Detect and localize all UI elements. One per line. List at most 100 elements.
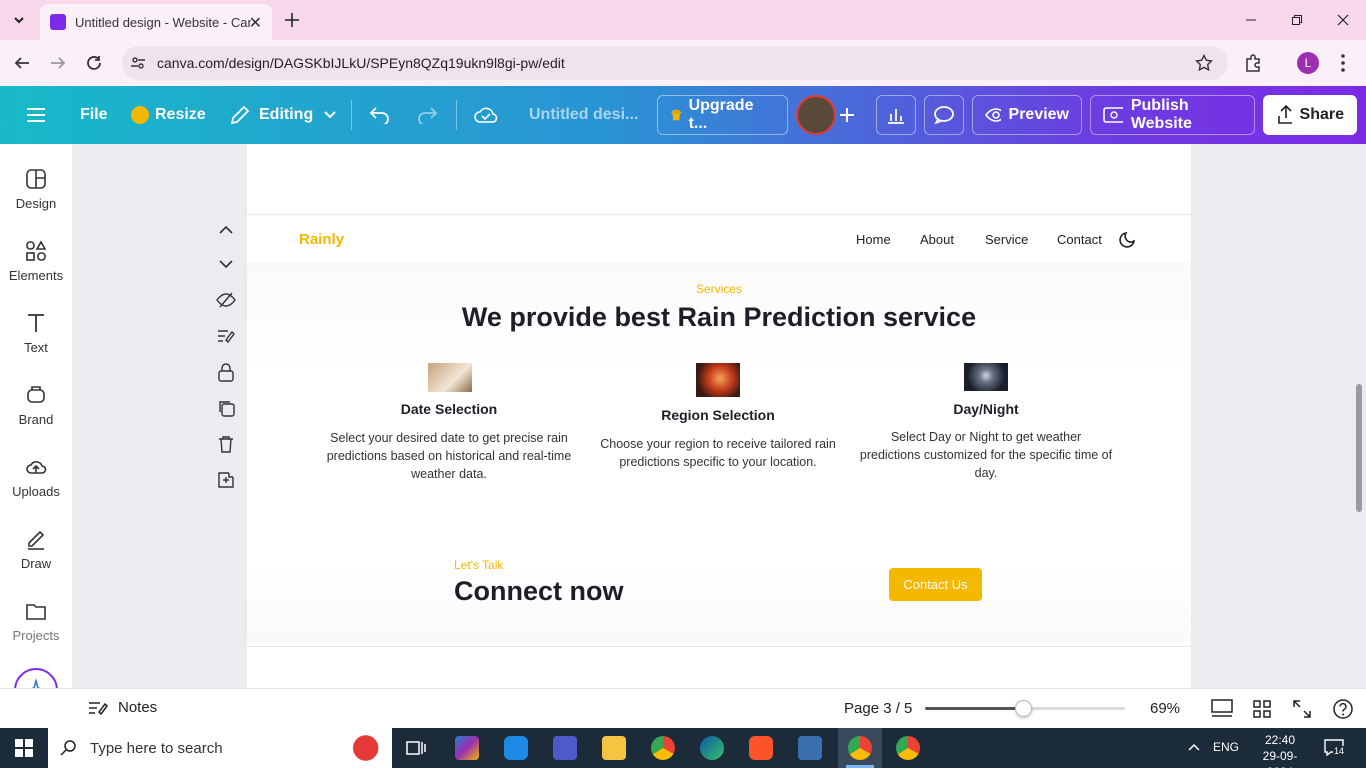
forward-icon[interactable]: [49, 54, 67, 72]
taskbar-search[interactable]: Type here to search: [48, 728, 392, 768]
date-selection-image[interactable]: [428, 363, 472, 392]
add-collaborator-icon[interactable]: [838, 86, 856, 144]
chevron-up-icon[interactable]: [218, 222, 234, 238]
chrome-icon[interactable]: [651, 736, 675, 760]
site-logo[interactable]: Rainly: [299, 231, 344, 248]
sidebar-item-elements[interactable]: Elements: [0, 240, 72, 283]
reload-icon[interactable]: [85, 54, 103, 72]
redo-icon[interactable]: [416, 86, 438, 144]
zoom-slider[interactable]: [925, 700, 1125, 717]
hide-page-icon[interactable]: [216, 292, 236, 308]
zoom-slider-fill: [925, 707, 1023, 710]
card-text-region: Choose your region to receive tailored r…: [600, 437, 836, 469]
help-icon[interactable]: [1332, 698, 1354, 720]
task-view-icon[interactable]: [406, 738, 426, 758]
network-app-icon[interactable]: [798, 736, 822, 760]
page-notes-icon[interactable]: [216, 328, 236, 344]
search-highlight-icon: [328, 732, 386, 764]
share-button[interactable]: Share: [1263, 95, 1357, 135]
profile-avatar[interactable]: L: [1297, 52, 1319, 74]
crown-icon: ♛: [670, 106, 683, 123]
section-divider: [247, 214, 1191, 215]
zoom-slider-handle[interactable]: [1015, 700, 1032, 717]
windows-start-icon[interactable]: [15, 739, 33, 757]
contact-us-button[interactable]: Contact Us: [889, 568, 982, 601]
day-night-image[interactable]: [964, 363, 1008, 391]
bookmark-star-icon[interactable]: [1195, 54, 1213, 72]
tab-close-icon[interactable]: ✕: [249, 13, 262, 33]
file-menu-button[interactable]: File: [80, 86, 108, 144]
notes-button[interactable]: Notes: [88, 699, 157, 716]
clock[interactable]: 22:40 29-09-2024: [1253, 732, 1307, 780]
insights-button[interactable]: [876, 95, 916, 135]
preview-button[interactable]: Preview: [972, 95, 1082, 135]
region-selection-image[interactable]: [696, 363, 740, 397]
comments-button[interactable]: [924, 95, 964, 135]
url-bar[interactable]: canva.com/design/DAGSKbIJLkU/SPEyn8QZq19…: [122, 46, 1228, 80]
duplicate-page-icon[interactable]: [217, 399, 235, 417]
sidebar-item-projects[interactable]: Projects: [0, 600, 72, 643]
chrome-profile-l-icon: [848, 736, 872, 760]
tray-chevron-icon[interactable]: [1187, 740, 1201, 754]
delete-page-icon[interactable]: [217, 435, 235, 453]
hamburger-menu-icon[interactable]: [26, 86, 46, 144]
extensions-icon[interactable]: [1244, 53, 1264, 73]
taskbar-chrome-active[interactable]: [838, 728, 882, 768]
vertical-scrollbar-thumb[interactable]: [1356, 384, 1362, 512]
notifications-icon[interactable]: 14: [1324, 738, 1346, 756]
page-view-icon[interactable]: [1211, 699, 1233, 719]
eye-icon: [985, 108, 1001, 122]
undo-icon[interactable]: [369, 86, 391, 144]
cloud-saved-icon[interactable]: [473, 86, 499, 144]
editing-mode-button[interactable]: Editing: [229, 86, 337, 144]
sidebar-label-uploads: Uploads: [12, 484, 60, 499]
section-divider: [247, 646, 1191, 647]
site-info-icon[interactable]: [130, 55, 146, 71]
edge-icon[interactable]: [700, 736, 724, 760]
browser-tab-active[interactable]: Untitled design - Website - Canva ✕: [40, 4, 272, 40]
file-explorer-icon[interactable]: [602, 736, 626, 760]
design-page[interactable]: Rainly Home About Service Contact Servic…: [247, 144, 1191, 688]
new-tab-icon[interactable]: [283, 11, 301, 29]
zoom-level[interactable]: 69%: [1150, 700, 1180, 717]
tab-search-chevron-icon[interactable]: [10, 11, 28, 29]
fullscreen-icon[interactable]: [1292, 699, 1312, 719]
nav-service[interactable]: Service: [985, 232, 1028, 247]
browser-menu-icon[interactable]: [1340, 53, 1346, 73]
language-indicator[interactable]: ENG: [1213, 740, 1239, 754]
url-text: canva.com/design/DAGSKbIJLkU/SPEyn8QZq19…: [157, 55, 565, 71]
publish-website-button[interactable]: Publish Website: [1090, 95, 1255, 135]
restore-icon[interactable]: [1274, 0, 1320, 40]
add-page-icon[interactable]: [217, 471, 235, 489]
copilot-icon[interactable]: [455, 736, 479, 760]
sidebar-item-brand[interactable]: Brand: [0, 384, 72, 427]
lock-icon[interactable]: [217, 362, 235, 382]
nav-about[interactable]: About: [920, 232, 954, 247]
design-icon: [26, 169, 46, 189]
page-indicator[interactable]: Page 3 / 5: [844, 700, 912, 717]
sidebar-item-design[interactable]: Design: [0, 168, 72, 211]
teams-icon[interactable]: [553, 736, 577, 760]
minimize-icon[interactable]: [1228, 0, 1274, 40]
grid-view-icon[interactable]: [1252, 699, 1272, 719]
nav-home[interactable]: Home: [856, 232, 891, 247]
brave-icon[interactable]: [749, 736, 773, 760]
user-avatar[interactable]: [796, 95, 836, 135]
resize-button[interactable]: Resize: [131, 86, 206, 144]
moon-icon[interactable]: [1119, 230, 1137, 248]
app-blue-icon[interactable]: [504, 736, 528, 760]
back-icon[interactable]: [13, 54, 31, 72]
window-close-icon[interactable]: [1320, 0, 1366, 40]
chrome-profile-r-icon[interactable]: [896, 736, 920, 760]
tab-title: Untitled design - Website - Canva: [75, 14, 251, 30]
nav-contact[interactable]: Contact: [1057, 232, 1102, 247]
sidebar-item-draw[interactable]: Draw: [0, 528, 72, 571]
card-text-daynight: Select Day or Night to get weather predi…: [859, 430, 1113, 480]
sidebar-item-text[interactable]: Text: [0, 312, 72, 355]
sidebar-item-uploads[interactable]: Uploads: [0, 456, 72, 499]
services-eyebrow: Services: [695, 282, 742, 296]
upgrade-button[interactable]: ♛ Upgrade t...: [657, 95, 788, 135]
document-title[interactable]: Untitled desi...: [529, 86, 638, 144]
chevron-down-icon[interactable]: [218, 256, 234, 272]
card-title-region: Region Selection: [661, 407, 775, 423]
